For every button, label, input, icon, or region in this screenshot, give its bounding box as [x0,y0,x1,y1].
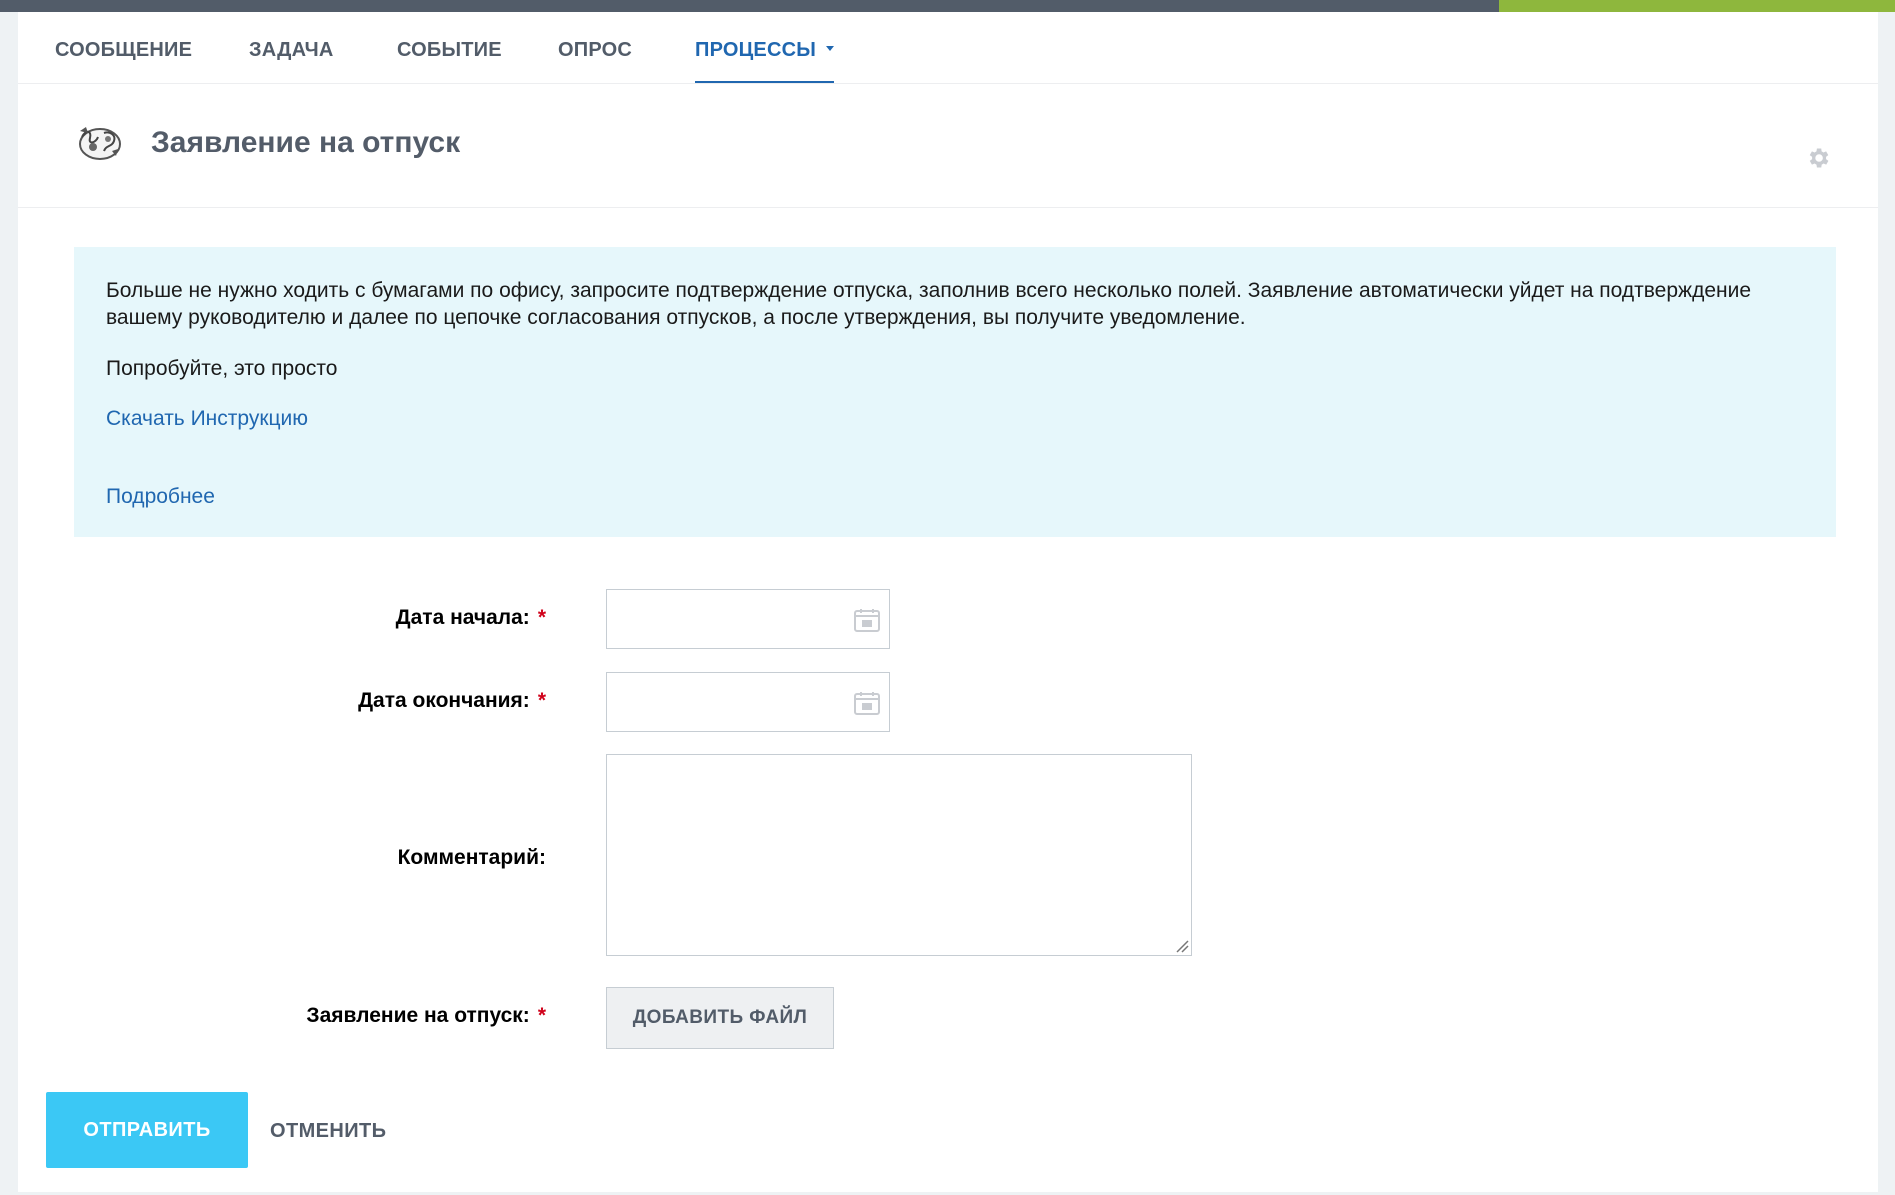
info-try-text: Попробуйте, это просто [106,357,338,380]
calendar-icon[interactable] [854,608,880,632]
tab-processes[interactable]: ПРОЦЕССЫ [695,39,835,83]
page-header: Заявление на отпуск [18,83,1878,208]
comment-label: Комментарий: [397,846,546,869]
end-date-field[interactable] [606,672,890,732]
info-description: Больше не нужно ходить с бумагами по офи… [106,279,1752,329]
calendar-icon[interactable] [854,691,880,715]
comment-textarea[interactable] [607,755,1191,955]
required-mark: * [537,1004,546,1027]
submit-button[interactable]: ОТПРАВИТЬ [46,1092,248,1168]
attachment-label: Заявление на отпуск: * [306,1004,546,1027]
tab-message[interactable]: СООБЩЕНИЕ [55,39,192,83]
add-file-button[interactable]: ДОБАВИТЬ ФАЙЛ [606,987,834,1049]
info-box: Больше не нужно ходить с бумагами по офи… [74,247,1836,537]
cancel-button[interactable]: ОТМЕНИТЬ [270,1120,386,1143]
download-instruction-link[interactable]: Скачать Инструкцию [106,407,308,431]
start-date-input[interactable] [607,590,851,646]
required-mark: * [537,606,546,629]
process-form-card: СООБЩЕНИЕ ЗАДАЧА СОБЫТИЕ ОПРОС ПРОЦЕССЫ … [18,12,1878,1192]
top-bar-accent [1499,0,1895,12]
tab-event[interactable]: СОБЫТИЕ [397,39,502,83]
start-date-label: Дата начала: * [395,606,546,629]
start-date-field[interactable] [606,589,890,649]
tab-task[interactable]: ЗАДАЧА [249,39,334,83]
end-date-input[interactable] [607,673,851,729]
more-link[interactable]: Подробнее [106,485,215,509]
comment-field[interactable] [606,754,1192,956]
gear-icon[interactable] [1805,145,1831,171]
tab-poll[interactable]: ОПРОС [558,39,632,83]
page-title: Заявление на отпуск [151,126,461,159]
feed-tabs: СООБЩЕНИЕ ЗАДАЧА СОБЫТИЕ ОПРОС ПРОЦЕССЫ [18,12,1878,84]
process-icon [79,127,121,160]
required-mark: * [537,689,546,712]
caret-down-icon [826,46,835,52]
end-date-label: Дата окончания: * [358,689,546,712]
